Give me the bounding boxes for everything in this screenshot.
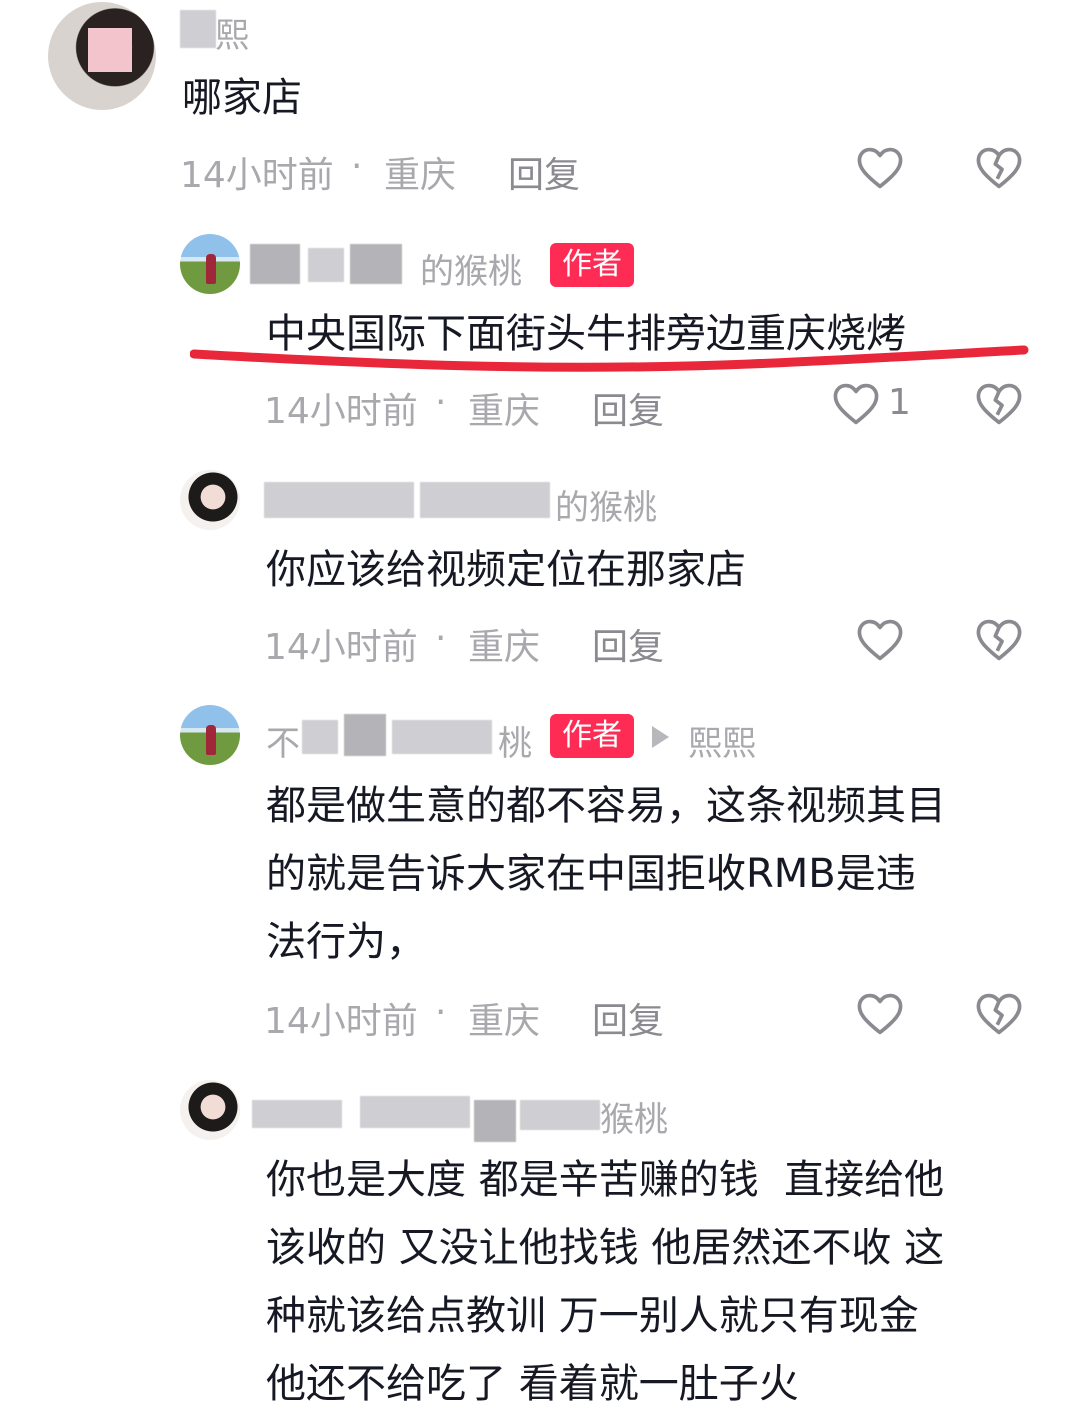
- username-prefix[interactable]: 不: [266, 716, 300, 765]
- username-redaction: [392, 720, 492, 754]
- username-redaction: [420, 482, 550, 518]
- username-redaction: [474, 1100, 516, 1142]
- comment-text: 都是做生意的都不容易，这条视频其目 的就是告诉大家在中国拒收RMB是违 法行为，: [266, 783, 946, 965]
- location: 重庆: [468, 391, 541, 432]
- heart-outline-icon[interactable]: [830, 378, 882, 430]
- broken-heart-icon[interactable]: [973, 988, 1025, 1040]
- username-redaction: [308, 248, 344, 282]
- username[interactable]: 的猴桃: [555, 480, 657, 529]
- broken-heart-icon[interactable]: [973, 614, 1025, 666]
- avatar[interactable]: [180, 1080, 240, 1140]
- username-redaction: [302, 720, 338, 754]
- timestamp: 14小时前: [264, 1001, 418, 1042]
- timestamp: 14小时前: [180, 155, 334, 196]
- author-badge: 作者: [550, 243, 634, 287]
- username-redaction: [88, 28, 132, 72]
- comment-text: 你也是大度 都是辛苦赚的钱 直接给他 该收的 又没让他找钱 他居然还不收 这 种…: [266, 1157, 945, 1407]
- avatar[interactable]: [180, 234, 240, 294]
- comment-text: 你应该给视频定位在那家店: [266, 547, 746, 593]
- meta-separator: ·: [435, 618, 447, 659]
- meta-separator: ·: [435, 382, 447, 423]
- username-redaction: [180, 10, 216, 48]
- username-redaction: [520, 1100, 600, 1130]
- broken-heart-icon[interactable]: [973, 378, 1025, 430]
- username-redaction: [360, 1096, 470, 1128]
- meta-separator: ·: [435, 992, 447, 1033]
- annotation-underline: [190, 345, 1029, 372]
- avatar[interactable]: [180, 705, 240, 765]
- like-count: 1: [888, 382, 911, 423]
- username[interactable]: 桃: [498, 716, 532, 765]
- timestamp: 14小时前: [264, 391, 418, 432]
- timestamp: 14小时前: [264, 627, 418, 668]
- comment-text: 哪家店: [182, 75, 302, 121]
- broken-heart-icon[interactable]: [973, 142, 1025, 194]
- heart-outline-icon[interactable]: [854, 142, 906, 194]
- username[interactable]: 猴桃: [600, 1092, 668, 1141]
- triangle-right-icon: [652, 726, 669, 748]
- username[interactable]: 熙: [215, 8, 249, 57]
- reply-to-username[interactable]: 熙熙: [688, 716, 756, 765]
- meta-separator: ·: [351, 146, 363, 187]
- author-badge: 作者: [550, 714, 634, 758]
- username-redaction: [250, 244, 300, 284]
- reply-button[interactable]: 回复: [508, 146, 580, 198]
- location: 重庆: [468, 1001, 541, 1042]
- reply-button[interactable]: 回复: [592, 618, 664, 670]
- username[interactable]: 的猴桃: [420, 244, 522, 293]
- heart-outline-icon[interactable]: [854, 988, 906, 1040]
- location: 重庆: [384, 155, 457, 196]
- username-redaction: [252, 1100, 342, 1128]
- avatar[interactable]: [180, 470, 240, 530]
- username-redaction: [264, 482, 414, 518]
- location: 重庆: [468, 627, 541, 668]
- reply-button[interactable]: 回复: [592, 382, 664, 434]
- username-redaction: [350, 244, 402, 284]
- heart-outline-icon[interactable]: [854, 614, 906, 666]
- username-redaction: [344, 714, 386, 756]
- reply-button[interactable]: 回复: [592, 992, 664, 1044]
